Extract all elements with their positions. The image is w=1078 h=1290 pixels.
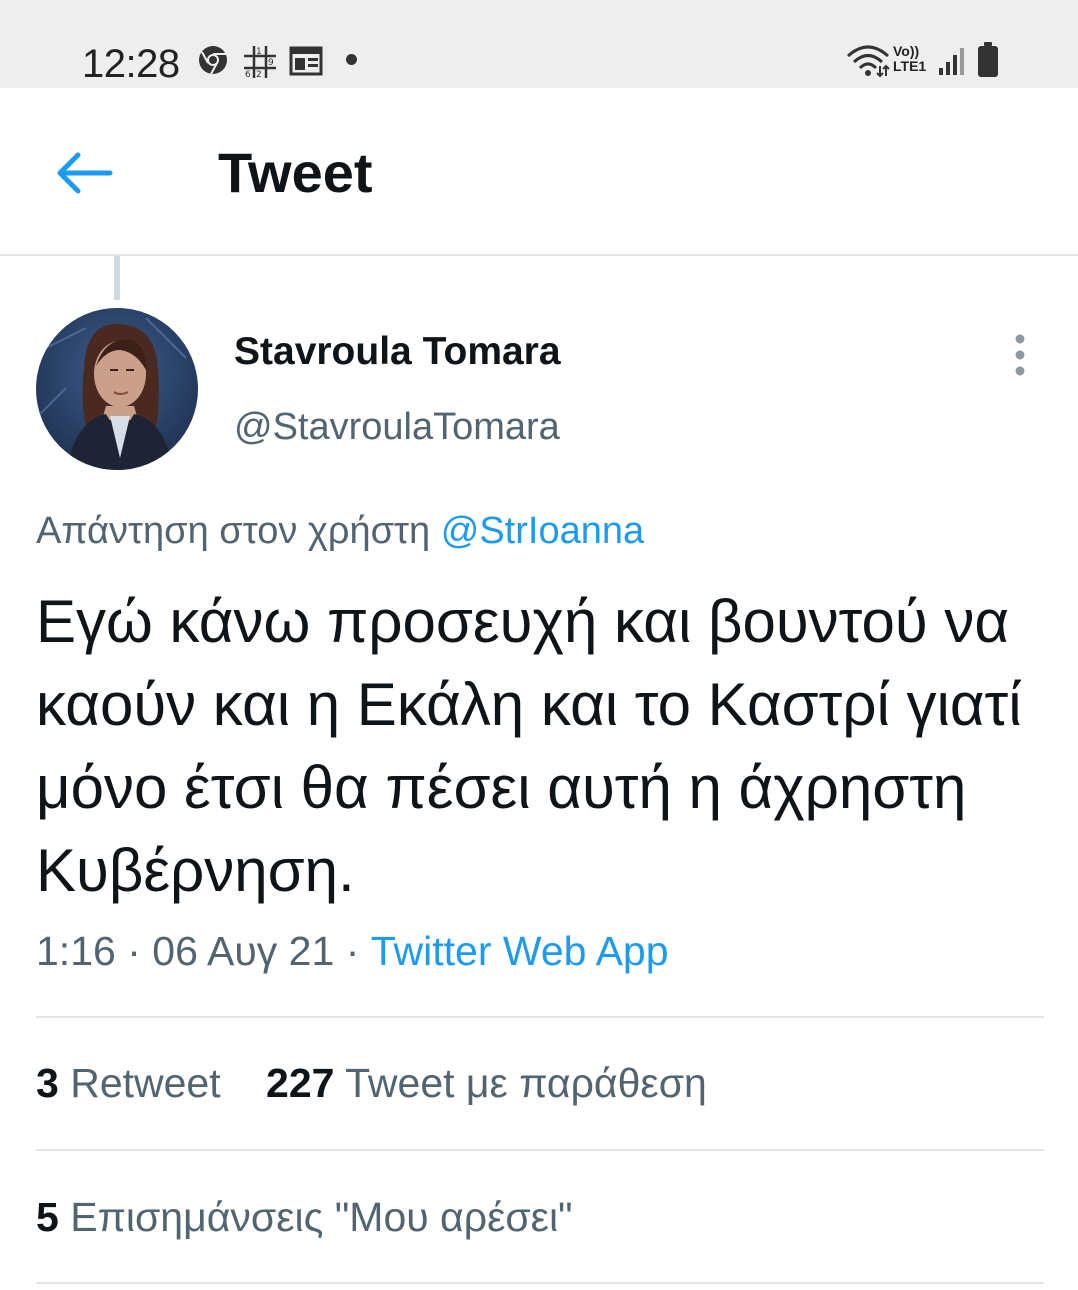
thread-connector-line [114, 256, 120, 300]
tweet-date: 06 Αυγ 21 [152, 928, 335, 974]
tweet-text: Εγώ κάνω προσευχή και βουντού να καούν κ… [36, 588, 1022, 904]
stats-row: 3 Retweet 227 Tweet με παράθεση [36, 1060, 707, 1107]
retweets-label: Retweet [70, 1060, 221, 1106]
volte-icon: Vo)) LTE1 [893, 44, 926, 74]
svg-text:6: 6 [245, 70, 251, 80]
more-options-icon[interactable] [1000, 330, 1040, 380]
retweets-count: 3 [36, 1060, 59, 1106]
signal-icon [939, 48, 964, 75]
arrow-left-icon[interactable] [50, 148, 116, 198]
svg-text:1: 1 [256, 47, 262, 57]
reply-prefix: Απάντηση στον χρήστη [36, 510, 431, 552]
reply-mention-link[interactable]: @StrIoanna [441, 510, 644, 552]
svg-text:9: 9 [268, 58, 274, 68]
divider [36, 1282, 1044, 1284]
meta-separator-2: · [345, 928, 360, 974]
likes-count: 5 [36, 1194, 59, 1240]
chrome-icon [199, 46, 227, 75]
status-bar: 12:28 1 9 6 2 Vo)) LTE1 [0, 0, 1078, 88]
page-title: Tweet [218, 141, 373, 204]
reply-context: Απάντηση στον χρήστη @StrIoanna [36, 510, 644, 553]
quotes-label: Tweet με παράθεση [345, 1060, 707, 1106]
quotes-count: 227 [266, 1060, 335, 1106]
tweet-meta: 1:16 · 06 Αυγ 21 · Twitter Web App [36, 928, 669, 975]
tweet-time: 1:16 [36, 928, 116, 974]
divider [36, 1016, 1044, 1018]
volte-bottom-label: LTE1 [893, 58, 927, 74]
volte-top-label: Vo)) [893, 43, 920, 59]
svg-text:2: 2 [256, 70, 262, 80]
retweets-stat[interactable]: 3 Retweet [36, 1060, 221, 1107]
likes-stat[interactable]: 5 Επισημάνσεις "Μου αρέσει" [36, 1194, 573, 1241]
author-handle[interactable]: @StavroulaTomara [234, 406, 560, 449]
battery-icon [978, 42, 998, 77]
quote-tweets-stat[interactable]: 227 Tweet με παράθεση [266, 1060, 707, 1107]
tweet-source-link[interactable]: Twitter Web App [371, 928, 669, 974]
divider [36, 1149, 1044, 1151]
author-name[interactable]: Stavroula Tomara [234, 330, 561, 374]
likes-label: Επισημάνσεις "Μου αρέσει" [70, 1194, 573, 1240]
avatar[interactable] [36, 308, 198, 470]
wifi-icon [846, 45, 890, 78]
sudoku-icon: 1 9 6 2 [244, 46, 276, 80]
notification-dot-icon [346, 54, 357, 65]
header-bar: Tweet [0, 88, 1078, 256]
meta-separator: · [127, 928, 141, 974]
status-time: 12:28 [82, 42, 180, 86]
news-icon [289, 46, 323, 76]
